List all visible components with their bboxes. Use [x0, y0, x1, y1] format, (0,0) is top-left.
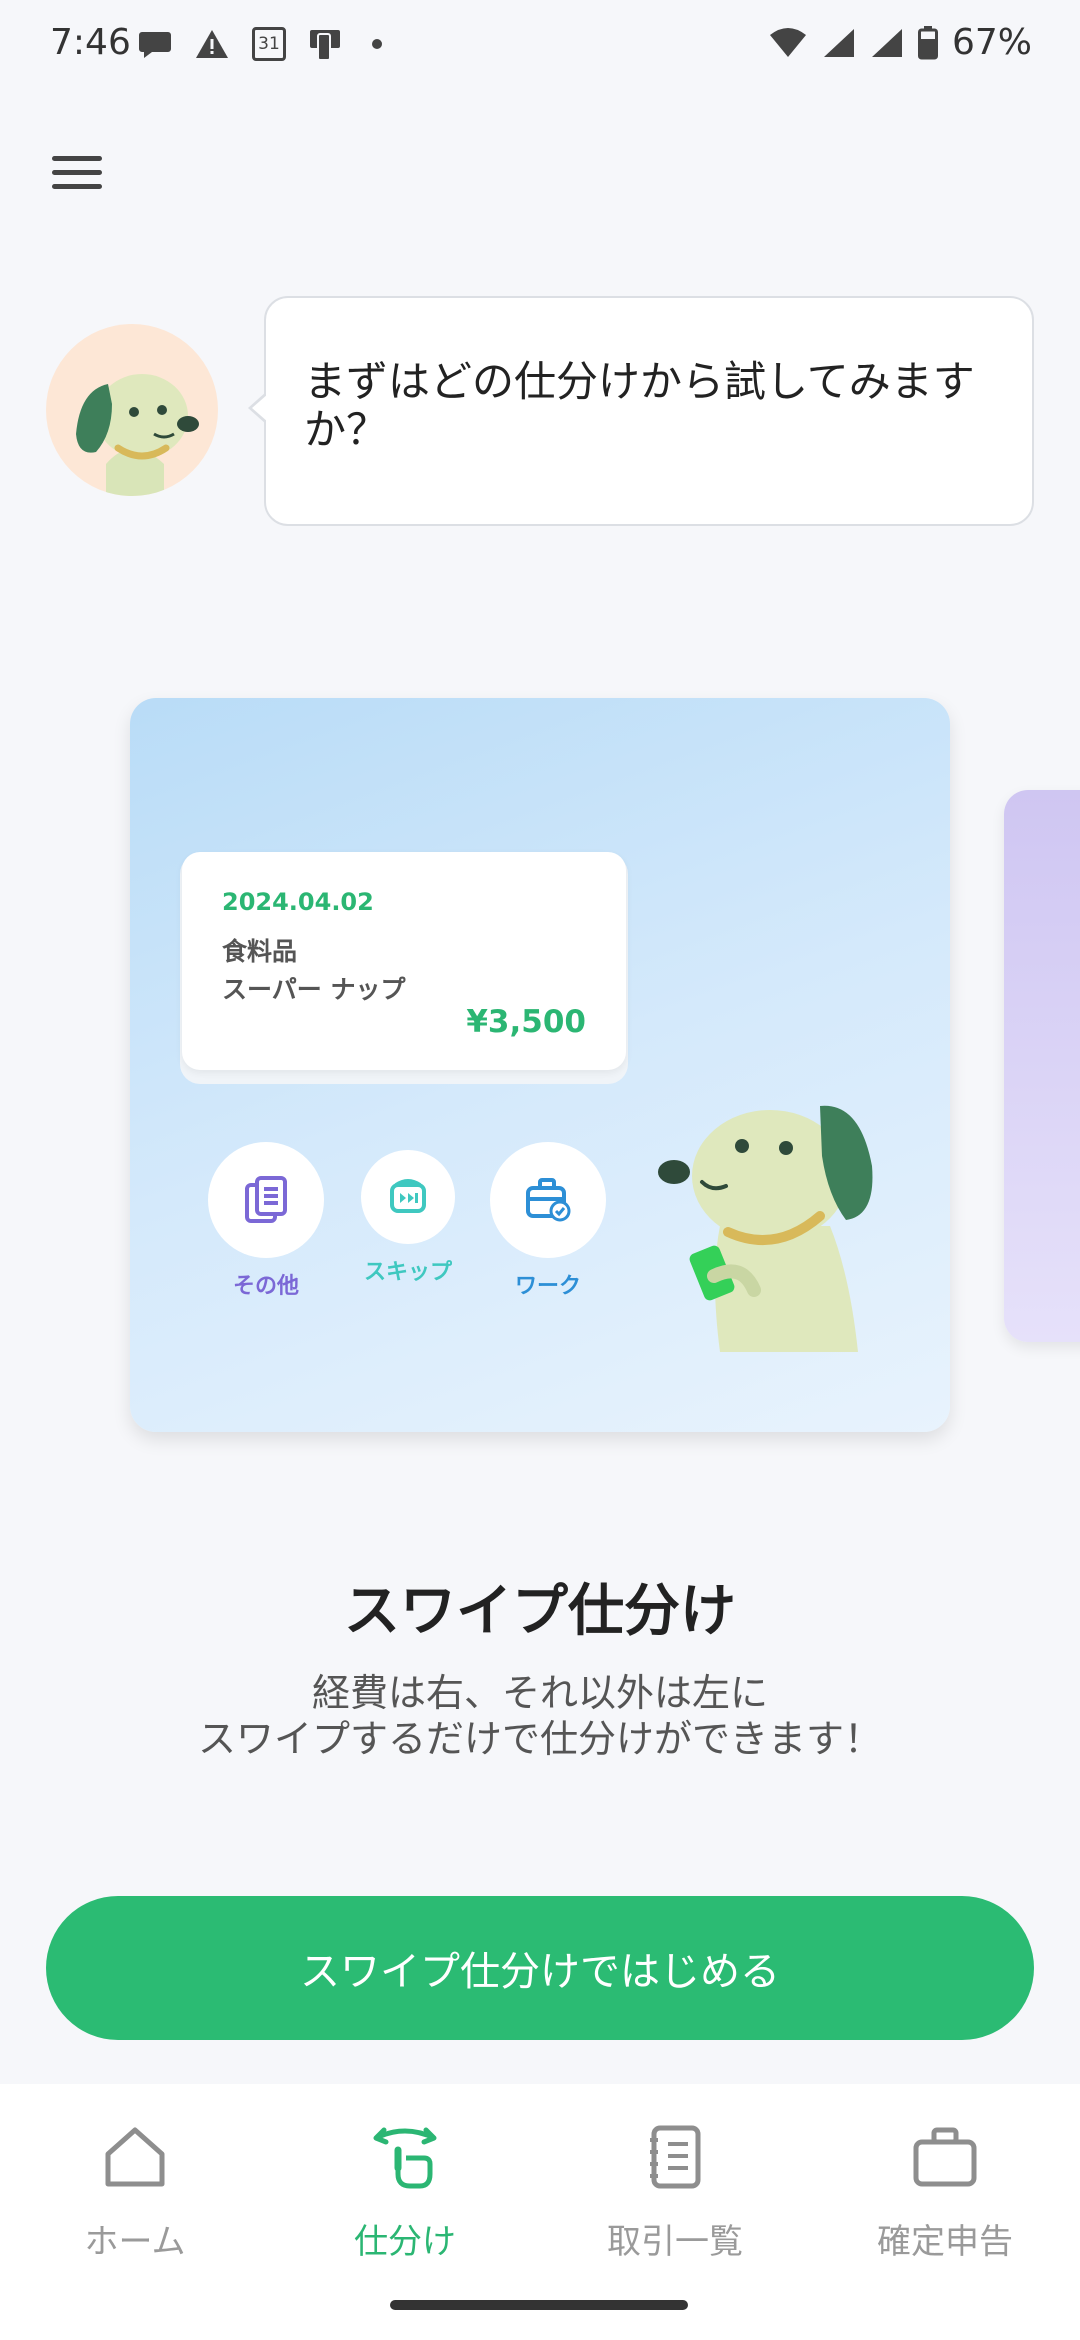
nav-item-home[interactable]: ホーム: [0, 2122, 270, 2263]
nav-item-sort[interactable]: 仕分け: [270, 2122, 540, 2263]
home-icon: [105, 2127, 165, 2187]
status-time: 7:46: [50, 22, 131, 63]
warning-icon: [196, 30, 228, 58]
briefcase-icon: [913, 2127, 977, 2187]
mascot-avatar: [46, 324, 218, 496]
nav-item-transactions[interactable]: 取引一覧: [540, 2122, 810, 2263]
hamburger-icon: [52, 156, 102, 161]
calendar-icon: 31: [252, 27, 286, 61]
action-other-label: その他: [232, 1274, 299, 1299]
wifi-icon: [769, 27, 806, 57]
next-carousel-card[interactable]: [1004, 790, 1080, 1342]
system-status: 67%: [768, 22, 1032, 63]
menu-button[interactable]: [46, 150, 108, 196]
feature-description: 経費は右、それ以外は左に スワイプするだけで仕分けができます！: [0, 1670, 1080, 1762]
transaction-category: 食料品: [222, 937, 298, 966]
action-skip: スキップ: [360, 1150, 456, 1286]
hamburger-line: [52, 170, 102, 175]
swipe-feature-card[interactable]: 2024.04.02 食料品 スーパー ナップ ¥3,500 その他 スキップ …: [130, 698, 950, 1432]
nav-item-transactions-label: 取引一覧: [607, 2222, 743, 2262]
hamburger-line: [52, 184, 102, 189]
action-work-label: ワーク: [514, 1274, 581, 1299]
transaction-card: 2024.04.02 食料品 スーパー ナップ ¥3,500: [182, 852, 626, 1070]
action-other: その他: [208, 1142, 324, 1300]
feature-title: スワイプ仕分け: [344, 1579, 736, 1644]
signal-icon: [823, 28, 854, 57]
skip-icon: [390, 1179, 426, 1213]
dog-mascot-icon: [76, 374, 199, 496]
documents-icon: [245, 1176, 287, 1223]
action-other-circle: [208, 1142, 324, 1258]
transaction-date: 2024.04.02: [222, 888, 374, 916]
action-skip-label: スキップ: [363, 1260, 452, 1285]
nav-item-tax-return[interactable]: 確定申告: [810, 2122, 1080, 2263]
status-bar: 7:46 31 67%: [0, 0, 1080, 96]
feature-description-line2: スワイプするだけで仕分けができます！: [197, 1717, 882, 1761]
battery-icon: [917, 25, 938, 59]
signal-icon-2: [871, 28, 902, 57]
calendar-day: 31: [258, 34, 280, 54]
work-bag-icon: [526, 1178, 571, 1222]
bubble-tail-inner: [252, 394, 268, 422]
feature-description-line1: 経費は右、それ以外は左に: [311, 1671, 768, 1715]
action-work-circle: [490, 1142, 606, 1258]
dog-with-phone-icon: [658, 1105, 873, 1352]
transaction-store: スーパー ナップ: [222, 975, 406, 1004]
action-skip-circle: [361, 1150, 455, 1244]
start-swipe-button[interactable]: スワイプ仕分けではじめる: [46, 1896, 1034, 2040]
nav-item-tax-return-label: 確定申告: [877, 2222, 1013, 2262]
assistant-message: まずはどの仕分けから試してみますか？: [304, 357, 975, 454]
assistant-speech-bubble: まずはどの仕分けから試してみますか？: [264, 296, 1034, 526]
action-work: ワーク: [490, 1142, 606, 1300]
notification-icons: 31: [138, 26, 384, 62]
dot-icon: [372, 39, 382, 49]
nav-item-home-label: ホーム: [84, 2222, 186, 2262]
notebook-icon: [650, 2125, 701, 2189]
battery-percent: 67%: [951, 22, 1032, 63]
device-icon: [310, 30, 340, 61]
transaction-amount: ¥3,500: [466, 1004, 586, 1040]
home-indicator[interactable]: [390, 2300, 688, 2310]
nav-item-sort-label: 仕分け: [354, 2222, 456, 2262]
chat-bubble-icon: [139, 32, 171, 58]
swipe-hand-icon: [373, 2127, 437, 2189]
